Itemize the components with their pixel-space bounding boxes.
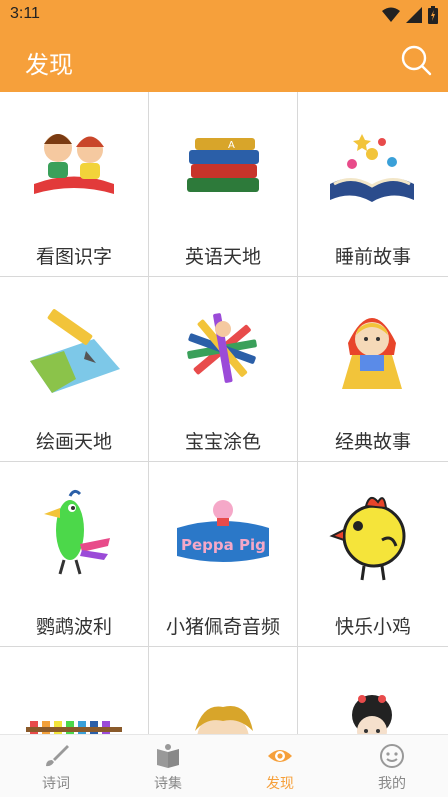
grid-item-xylophone[interactable]: [0, 647, 149, 734]
eye-icon: [268, 750, 292, 762]
chick-icon: [329, 496, 406, 581]
book-icon: [157, 744, 179, 768]
search-icon[interactable]: [400, 44, 432, 76]
tab-label: 诗集: [154, 776, 182, 792]
grid-item-bedtime-stories[interactable]: 睡前故事: [298, 92, 448, 277]
grid-item-label: 小猪佩奇音频: [165, 616, 280, 638]
status-icons: [382, 6, 438, 24]
bottom-nav: 诗词 诗集 发现 我的: [0, 734, 448, 797]
smiley-icon: [380, 744, 404, 768]
grid-item-label: 经典故事: [334, 431, 411, 453]
status-bar: 3:11: [0, 0, 448, 30]
grid-item-label: 宝宝涂色: [184, 431, 261, 453]
discover-grid: 看图识字 A 英语天地 睡前故事 绘画天地 宝宝涂色 经典故事 鹦鹉波利 Pep…: [0, 92, 448, 734]
svg-text:A: A: [228, 140, 235, 151]
pencil-drawing-icon: [30, 309, 120, 393]
grid-item-classic-stories[interactable]: 经典故事: [298, 277, 448, 462]
grid-item-label: 绘画天地: [35, 431, 112, 453]
books-stack-icon: A: [187, 138, 259, 192]
status-time: 3:11: [10, 5, 40, 22]
little-red-riding-hood-icon: [342, 318, 402, 389]
grid-item-chinese-girl[interactable]: [298, 647, 448, 734]
grid-item-boy-cartoon[interactable]: [149, 647, 298, 734]
storybook-icon: [330, 134, 414, 202]
wifi-icon: [382, 7, 400, 22]
grid-item-label: 英语天地: [184, 246, 261, 268]
tab-poetry-collection[interactable]: 诗集: [112, 735, 224, 797]
signal-icon: [406, 7, 422, 23]
tab-discover[interactable]: 发现: [224, 735, 336, 797]
peppa-pig-icon: Peppa Pig: [177, 500, 269, 562]
grid-item-baby-coloring[interactable]: 宝宝涂色: [149, 277, 298, 462]
svg-text:Peppa Pig: Peppa Pig: [181, 536, 266, 554]
grid-item-peppa-pig-audio[interactable]: Peppa Pig 小猪佩奇音频: [149, 462, 298, 647]
page-title: 发现: [25, 51, 73, 79]
kids-reading-icon: [34, 134, 114, 194]
grid-item-label: 快乐小鸡: [334, 616, 411, 638]
tab-mine[interactable]: 我的: [336, 735, 448, 797]
brush-icon: [46, 745, 69, 767]
grid-item-drawing-world[interactable]: 绘画天地: [0, 277, 149, 462]
tab-label: 发现: [266, 776, 294, 792]
tab-label: 我的: [378, 776, 406, 792]
grid-item-label: 鹦鹉波利: [35, 616, 112, 638]
tab-poems[interactable]: 诗词: [0, 735, 112, 797]
grid-item-english-world[interactable]: A 英语天地: [149, 92, 298, 277]
grid-item-happy-chick[interactable]: 快乐小鸡: [298, 462, 448, 647]
tab-label: 诗词: [42, 776, 70, 792]
crayons-icon: [187, 313, 257, 383]
chinese-girl-icon: [352, 695, 392, 734]
xylophone-icon: [26, 721, 122, 734]
app-bar: 发现: [0, 30, 448, 92]
parrot-icon: [44, 489, 110, 575]
boy-cartoon-icon: [195, 706, 253, 734]
battery-icon: [428, 6, 438, 24]
grid-item-look-and-learn[interactable]: 看图识字: [0, 92, 149, 277]
grid-item-label: 看图识字: [35, 246, 112, 268]
grid-item-label: 睡前故事: [334, 246, 411, 268]
grid-item-parrot-polly[interactable]: 鹦鹉波利: [0, 462, 149, 647]
